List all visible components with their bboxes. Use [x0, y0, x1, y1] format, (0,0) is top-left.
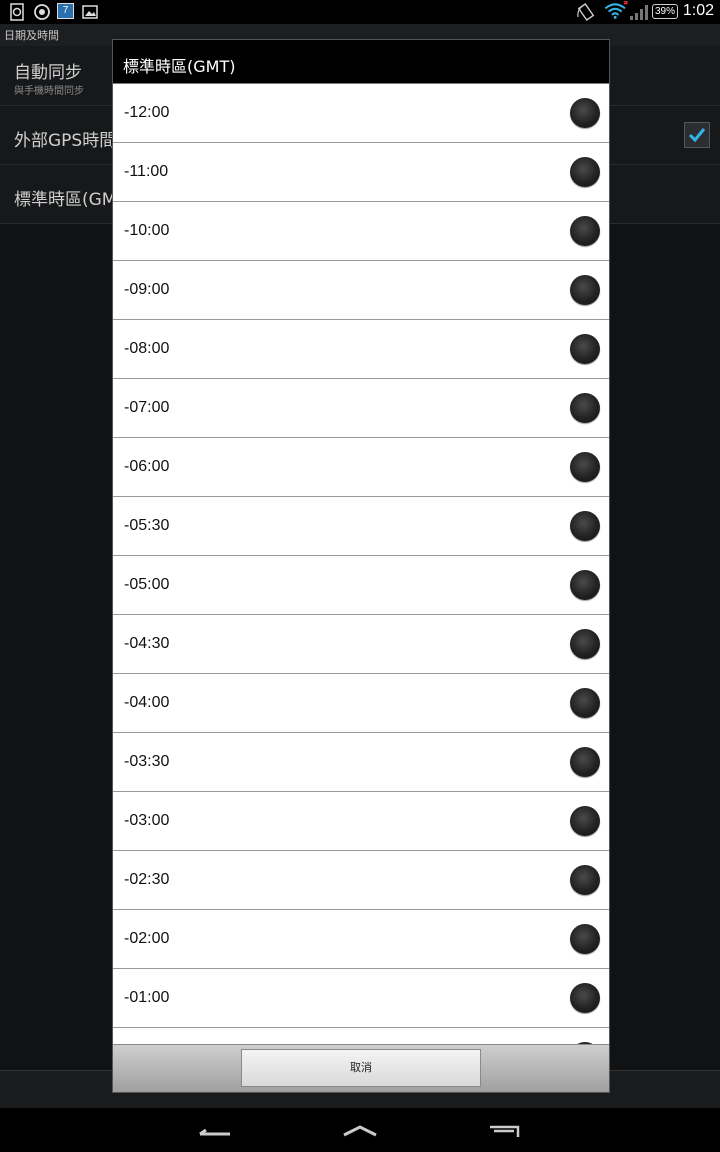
timezone-row[interactable]: -03:30	[113, 733, 609, 792]
navigation-bar	[0, 1108, 720, 1152]
timezone-radio-button[interactable]	[570, 452, 600, 482]
calendar-day: 7	[62, 5, 69, 16]
timezone-label: -09:00	[124, 281, 170, 298]
app-header-title: 日期及時間	[4, 29, 59, 42]
setting-auto-sync-title: 自動同步	[14, 63, 82, 83]
dialog-footer: 取消	[113, 1044, 609, 1092]
timezone-label: -01:00	[124, 989, 170, 1006]
image-icon	[82, 5, 98, 19]
timezone-radio-button[interactable]	[570, 629, 600, 659]
timezone-radio-button[interactable]	[570, 334, 600, 364]
timezone-row[interactable]: -06:00	[113, 438, 609, 497]
timezone-radio-button[interactable]	[570, 393, 600, 423]
timezone-label: -04:30	[124, 635, 170, 652]
timezone-radio-button[interactable]	[570, 688, 600, 718]
timezone-row[interactable]	[113, 1028, 609, 1044]
cancel-button[interactable]: 取消	[241, 1049, 481, 1087]
gps-time-checkbox[interactable]	[684, 122, 710, 148]
clock: 1:02	[682, 2, 714, 19]
timezone-row[interactable]: -05:30	[113, 497, 609, 556]
timezone-label: -05:30	[124, 517, 170, 534]
home-icon[interactable]	[341, 1124, 379, 1138]
timezone-label: -03:30	[124, 753, 170, 770]
timezone-label: -10:00	[124, 222, 170, 239]
timezone-row[interactable]: -08:00	[113, 320, 609, 379]
timezone-radio-button[interactable]	[570, 570, 600, 600]
timezone-radio-button[interactable]	[570, 806, 600, 836]
timezone-row[interactable]: -11:00	[113, 143, 609, 202]
timezone-radio-button[interactable]	[570, 747, 600, 777]
timezone-label: -02:00	[124, 930, 170, 947]
timezone-label: -06:00	[124, 458, 170, 475]
timezone-radio-button[interactable]	[570, 511, 600, 541]
timezone-row[interactable]: -12:00	[113, 84, 609, 143]
calendar-icon: 7	[57, 3, 74, 19]
timezone-row[interactable]: -10:00	[113, 202, 609, 261]
signal-icon	[630, 5, 648, 20]
setting-auto-sync-subtitle: 與手機時間同步	[14, 86, 84, 97]
dialog-title-bar: 標準時區(GMT)	[113, 40, 609, 84]
timezone-radio-button[interactable]	[570, 216, 600, 246]
timezone-row[interactable]: -09:00	[113, 261, 609, 320]
timezone-label: -07:00	[124, 399, 170, 416]
timezone-list[interactable]: -12:00 -11:00 -10:00 -09:00 -08:00 -07:00 -06:…	[113, 84, 609, 1044]
timezone-row[interactable]: -01:00	[113, 969, 609, 1028]
timezone-label: -03:00	[124, 812, 170, 829]
setting-standard-timezone-title: 標準時區(GMT	[14, 190, 127, 210]
timezone-label: -02:30	[124, 871, 170, 888]
timezone-label: -05:00	[124, 576, 170, 593]
back-icon[interactable]	[196, 1124, 234, 1138]
timezone-row[interactable]: -05:00	[113, 556, 609, 615]
timezone-radio-button[interactable]	[570, 983, 600, 1013]
status-bar: 7 39% 1:02	[0, 0, 720, 24]
timezone-row[interactable]: -02:00	[113, 910, 609, 969]
sync-notification-icon	[10, 3, 24, 21]
timezone-row[interactable]: -02:30	[113, 851, 609, 910]
timezone-label: -11:00	[124, 163, 169, 180]
rotation-icon	[577, 3, 595, 21]
timezone-label: -12:00	[124, 104, 170, 121]
recent-apps-icon[interactable]	[486, 1122, 524, 1140]
dialog-title: 標準時區(GMT)	[123, 57, 236, 76]
timezone-radio-button[interactable]	[570, 157, 600, 187]
setting-external-gps-time-title: 外部GPS時間	[14, 131, 117, 151]
timezone-label: -08:00	[124, 340, 170, 357]
checkmark-icon	[688, 128, 706, 143]
timezone-row[interactable]: -04:00	[113, 674, 609, 733]
timezone-radio-button[interactable]	[570, 924, 600, 954]
timezone-radio-button[interactable]	[570, 98, 600, 128]
location-icon	[34, 4, 50, 20]
wifi-icon	[604, 1, 628, 19]
timezone-label: -04:00	[124, 694, 170, 711]
timezone-radio-button[interactable]	[570, 865, 600, 895]
timezone-row[interactable]: -07:00	[113, 379, 609, 438]
battery-icon: 39%	[652, 4, 678, 19]
battery-percent: 39%	[654, 6, 675, 17]
timezone-radio-button[interactable]	[570, 275, 600, 305]
timezone-row[interactable]: -04:30	[113, 615, 609, 674]
timezone-row[interactable]: -03:00	[113, 792, 609, 851]
timezone-dialog: 標準時區(GMT) -12:00 -11:00 -10:00 -09:00 -08:00…	[112, 39, 610, 1093]
